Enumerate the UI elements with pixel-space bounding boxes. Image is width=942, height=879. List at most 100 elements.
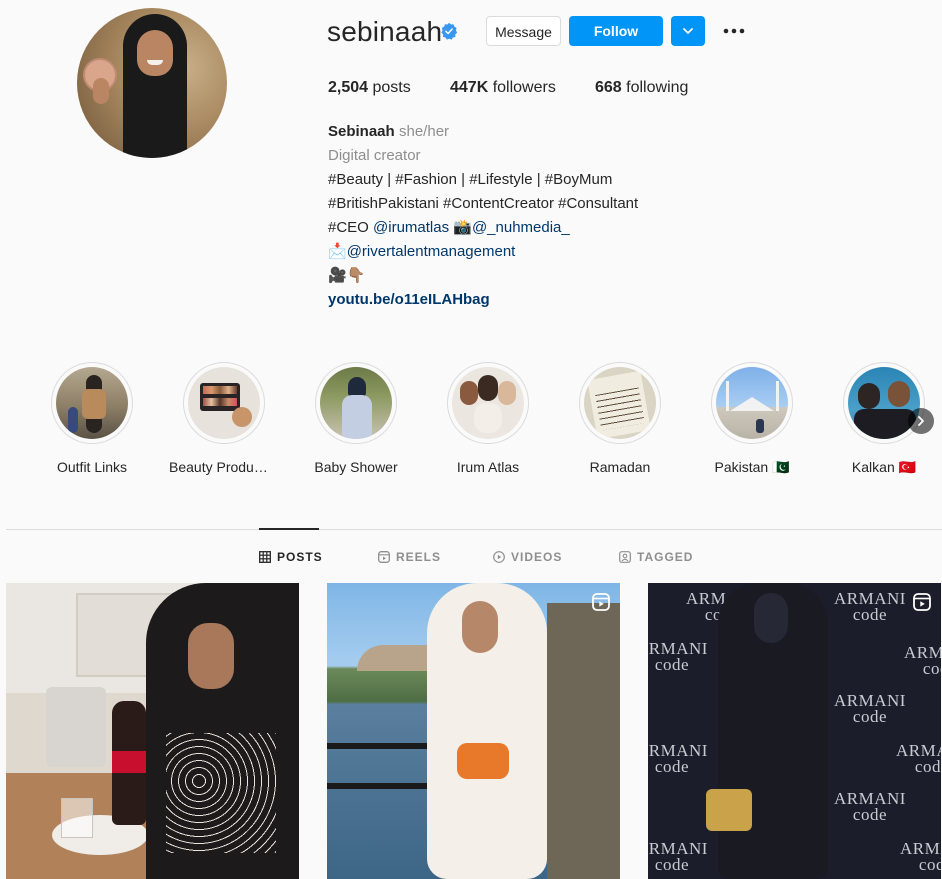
followers-label: followers [492, 79, 556, 96]
tab-label: VIDEOS [511, 550, 563, 564]
highlight-label: Outfit Links [56, 459, 128, 475]
cover-mosque [730, 397, 774, 411]
post-hijab [754, 593, 788, 643]
tab-posts[interactable]: POSTS [259, 549, 323, 565]
bio-category: Digital creator [328, 147, 421, 164]
cover-compact [232, 407, 252, 427]
following-label: following [626, 79, 689, 96]
stat-followers[interactable]: 447K followers [450, 78, 556, 98]
chevron-down-icon [683, 28, 693, 34]
cover-person-1 [858, 383, 880, 409]
stat-posts: 2,504 posts [328, 78, 411, 98]
post-tile-1[interactable] [6, 583, 299, 879]
reels-icon [378, 551, 390, 563]
followers-count: 447K [450, 79, 489, 96]
highlight-beauty-products[interactable] [183, 362, 265, 444]
post-embroidery [166, 733, 276, 853]
post-handbag [706, 789, 752, 831]
profile-avatar[interactable] [77, 8, 227, 158]
cover-bodies [854, 409, 916, 439]
highlights-next-button[interactable] [908, 408, 934, 434]
highlight-cover [188, 367, 260, 439]
grid-icon [259, 551, 271, 563]
cover-minaret-2 [776, 381, 779, 411]
post-backdrop-text: ARMANIcode [834, 589, 906, 624]
highlight-label: Baby Shower [314, 459, 398, 475]
cover-person-2 [888, 381, 910, 407]
active-tab-indicator [259, 528, 319, 530]
tab-tagged[interactable]: TAGGED [619, 549, 693, 565]
cover-person [756, 419, 764, 433]
highlight-outfit-links[interactable] [51, 362, 133, 444]
tab-reels[interactable]: REELS [378, 549, 441, 565]
cover-dress [342, 395, 372, 439]
post-fence [547, 603, 620, 879]
post-backdrop-text: ARMANIcode [648, 839, 708, 874]
mention-irumatlas[interactable]: @irumatlas [373, 219, 449, 236]
post-backdrop-text: ARMANIcode [896, 741, 941, 776]
post-backdrop-text: ARMANIcode [648, 639, 708, 674]
tab-label: POSTS [277, 550, 323, 564]
camera-emoji: 📸 [453, 219, 472, 236]
reels-icon [592, 593, 610, 611]
bio-line-hashtags-1: #Beauty | #Fashion | #Lifestyle | #BoyMu… [328, 171, 613, 188]
post-face [188, 623, 234, 689]
highlight-cover [320, 367, 392, 439]
mention-nuhmedia[interactable]: @_nuhmedia_ [472, 219, 570, 236]
cover-calendar-grid [595, 387, 645, 431]
tagged-icon [619, 551, 631, 563]
message-button[interactable]: Message [486, 16, 561, 46]
post-tile-3[interactable]: ARMANIcode ARMANIcode ARMANIcode ARMANIc… [648, 583, 941, 879]
highlight-cover [452, 367, 524, 439]
bio-pronouns: she/her [399, 123, 450, 140]
post-appliance [46, 687, 106, 767]
cover-minaret-1 [726, 381, 729, 411]
tab-videos[interactable]: VIDEOS [493, 549, 562, 565]
more-dots-icon[interactable] [721, 16, 747, 46]
highlight-ramadan[interactable] [579, 362, 661, 444]
bio-name: Sebinaah [328, 123, 395, 140]
highlight-irum-atlas[interactable] [447, 362, 529, 444]
cover-coat [82, 389, 106, 419]
highlight-baby-shower[interactable] [315, 362, 397, 444]
cover-shades-2 [203, 398, 237, 406]
stat-following[interactable]: 668 following [595, 78, 688, 98]
tabs-divider [6, 529, 942, 530]
post-handbag [457, 743, 509, 779]
suggested-accounts-button[interactable] [671, 16, 705, 46]
bio-line-management: 📩@rivertalentmanagement [328, 240, 515, 264]
post-backdrop-text: ARMANIcode [834, 691, 906, 726]
tab-label: TAGGED [637, 550, 694, 564]
mention-rivertalent[interactable]: @rivertalentmanagement [347, 243, 516, 260]
post-backdrop-text: ARMANIcode [648, 741, 708, 776]
highlight-pakistan[interactable] [711, 362, 793, 444]
profile-username: sebinaah [327, 16, 443, 47]
highlight-label: Ramadan [589, 459, 651, 475]
posts-label: posts [372, 79, 411, 96]
avatar-hand [93, 78, 109, 104]
post-glass [61, 798, 93, 838]
highlight-label: Pakistan 🇵🇰 [714, 459, 790, 475]
highlight-cover [584, 367, 656, 439]
follow-button[interactable]: Follow [569, 16, 663, 46]
post-face [462, 601, 498, 653]
post-tile-2[interactable] [327, 583, 620, 879]
highlight-cover [56, 367, 128, 439]
highlight-label: Kalkan 🇹🇷 [851, 459, 917, 475]
post-backdrop-text: ARMANIcode [834, 789, 906, 824]
post-backdrop-text: ARMANIcode [904, 643, 941, 678]
post-backdrop-text: ARMANIcode [900, 839, 941, 874]
post-bottle-label [112, 751, 146, 773]
tab-label: REELS [396, 550, 442, 564]
chevron-right-icon [918, 416, 924, 426]
bio-ceo-text: #CEO [328, 219, 374, 236]
reels-icon [913, 593, 931, 611]
cover-shades-1 [203, 386, 237, 394]
cover-face-4 [474, 403, 502, 433]
cover-face-1 [460, 381, 478, 405]
avatar-face [137, 30, 173, 76]
bio-external-link[interactable]: youtu.be/o11eILAHbag [328, 288, 490, 312]
cover-child [68, 407, 78, 433]
cover-face-2 [478, 375, 498, 401]
following-count: 668 [595, 79, 622, 96]
